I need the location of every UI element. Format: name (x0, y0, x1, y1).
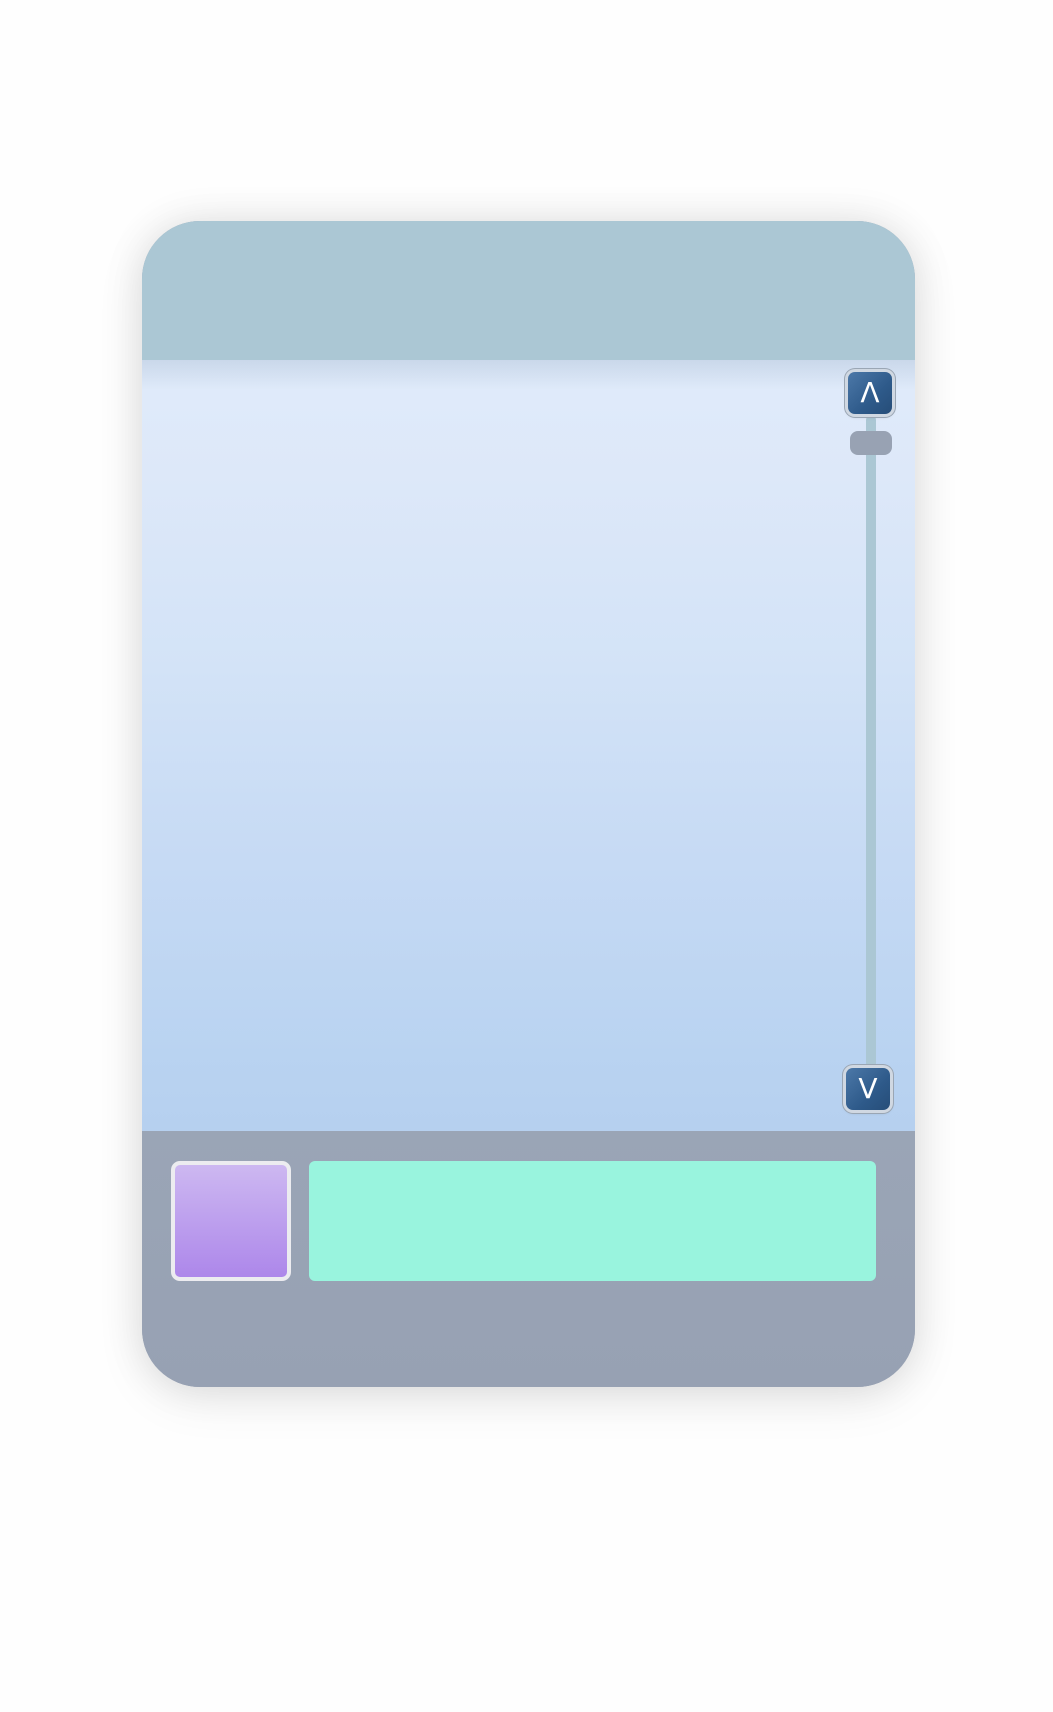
scroll-up-button[interactable]: Λ (848, 372, 892, 414)
message-area: Λ V (142, 360, 915, 1131)
caret-down-icon: V (858, 1072, 878, 1105)
panel-header (142, 221, 915, 360)
scrollbar-track[interactable] (866, 416, 876, 1076)
scroll-down-button[interactable]: V (846, 1068, 890, 1110)
message-input[interactable] (309, 1161, 876, 1281)
scrollbar-thumb[interactable] (850, 431, 892, 455)
chat-panel: Λ V (142, 221, 915, 1387)
page: Λ V (0, 0, 1053, 1712)
avatar[interactable] (171, 1161, 291, 1281)
composer-bar (142, 1131, 915, 1387)
caret-up-icon: Λ (860, 376, 880, 409)
